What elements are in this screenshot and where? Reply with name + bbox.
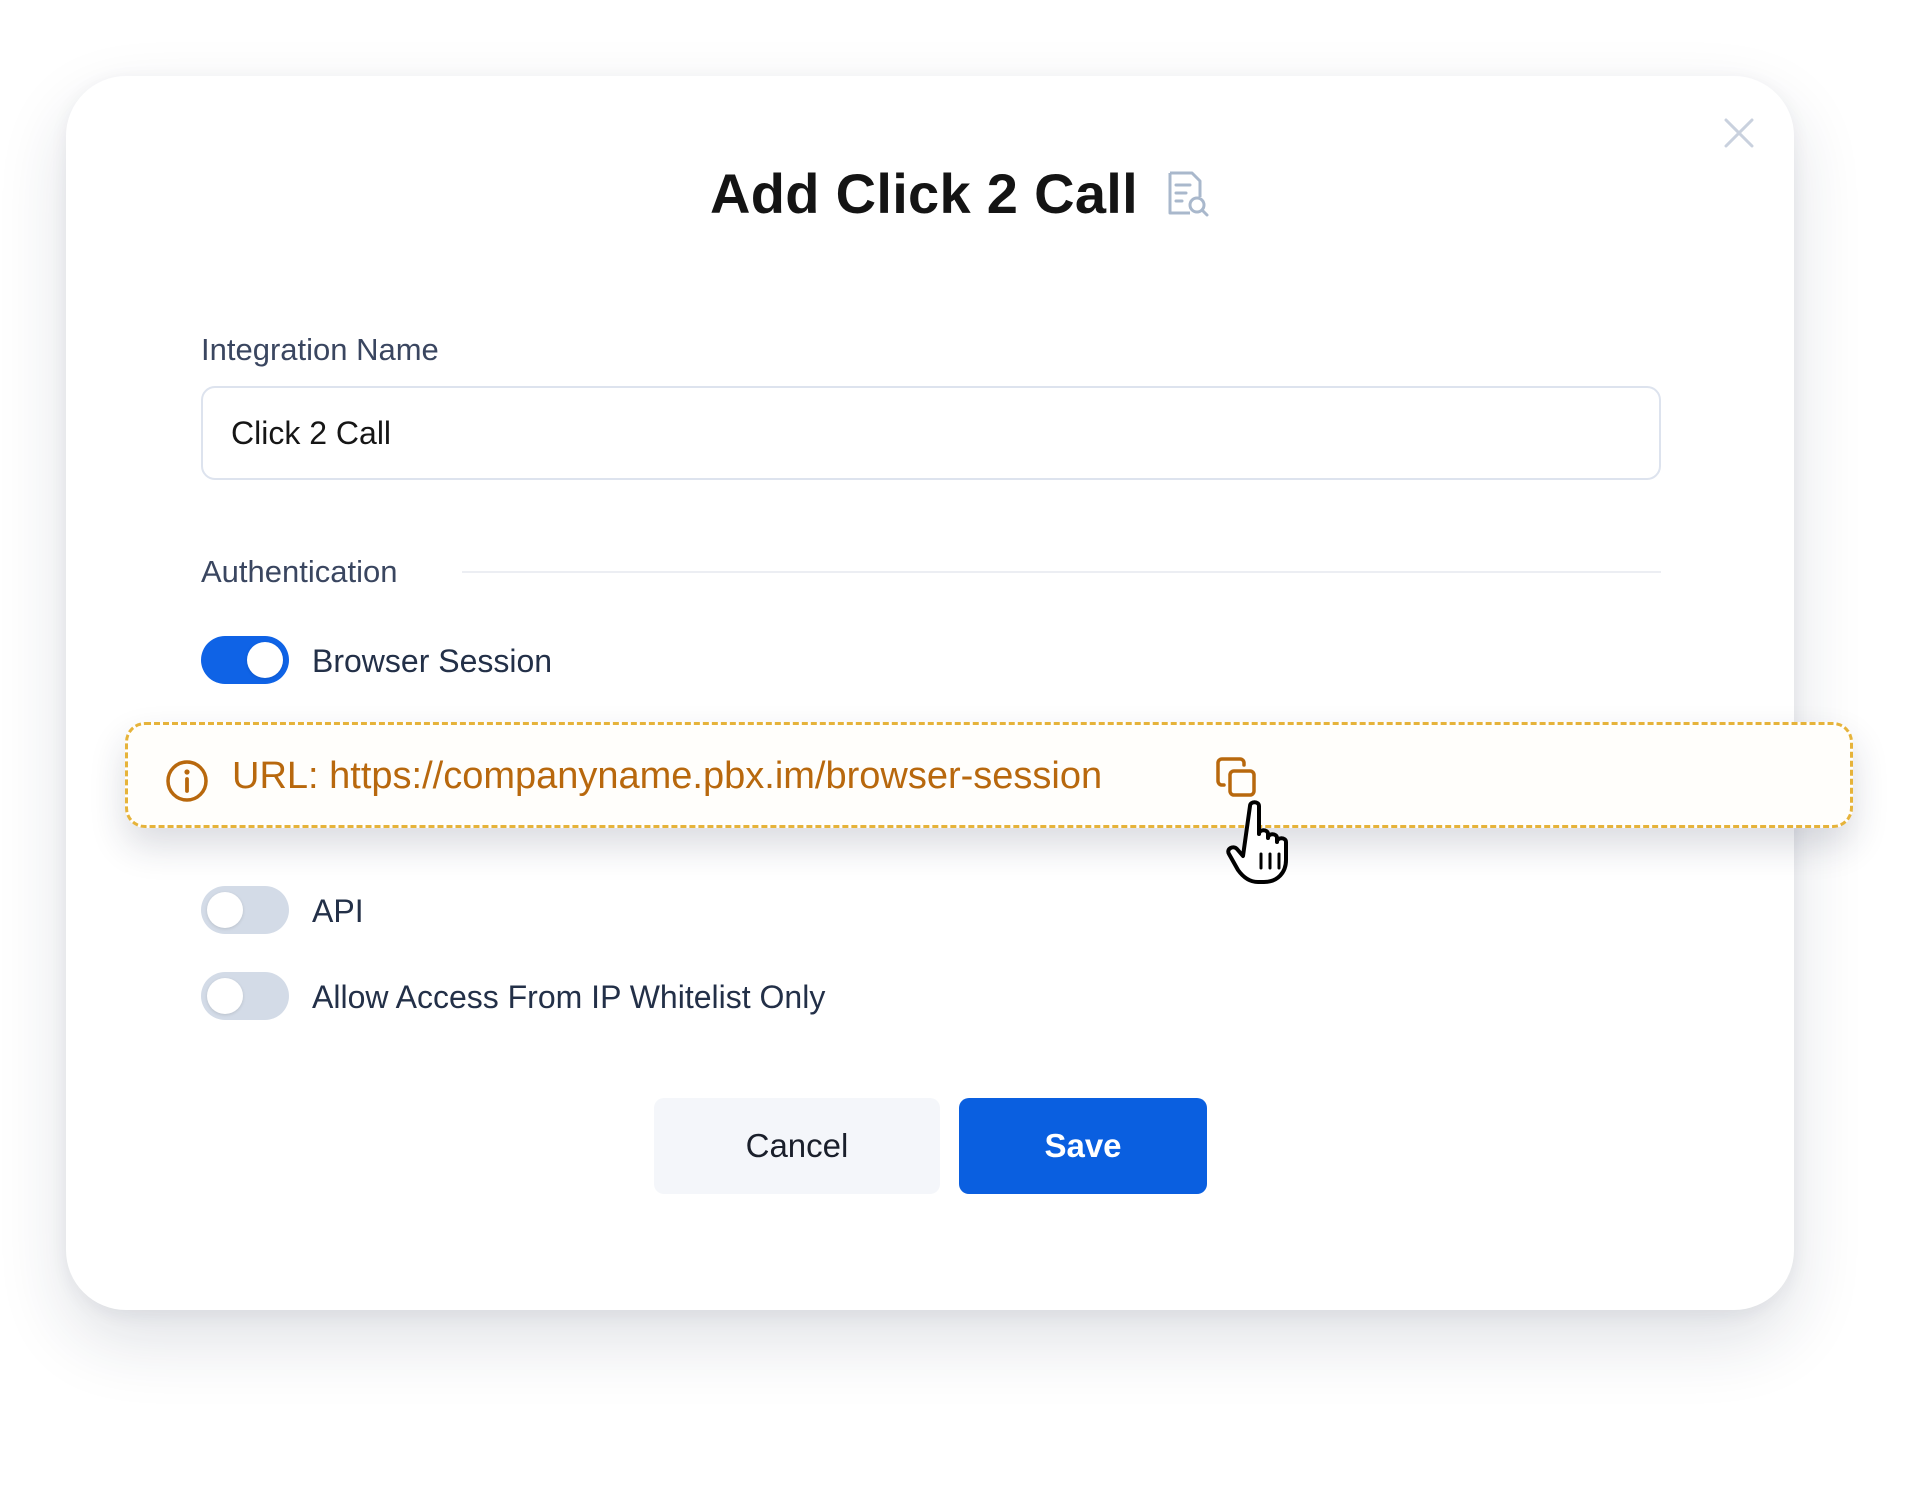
integration-name-label: Integration Name bbox=[201, 332, 439, 367]
hand-pointer-icon bbox=[1226, 800, 1288, 884]
ip-whitelist-label: Allow Access From IP Whitelist Only bbox=[312, 979, 826, 1015]
browser-session-toggle[interactable] bbox=[201, 636, 289, 684]
toggle-knob bbox=[247, 642, 283, 678]
ip-whitelist-toggle[interactable] bbox=[201, 972, 289, 1020]
cancel-button[interactable]: Cancel bbox=[654, 1098, 940, 1194]
copy-icon[interactable] bbox=[1214, 755, 1262, 803]
api-label: API bbox=[312, 893, 364, 929]
modal-title: Add Click 2 Call bbox=[709, 161, 1139, 225]
section-divider bbox=[462, 571, 1661, 573]
close-icon[interactable] bbox=[1722, 116, 1756, 150]
toggle-knob bbox=[207, 978, 243, 1014]
url-banner: URL: https://companyname.pbx.im/browser-… bbox=[125, 722, 1853, 828]
browser-session-label: Browser Session bbox=[312, 643, 553, 679]
document-search-icon[interactable] bbox=[1164, 169, 1210, 219]
toggle-knob bbox=[207, 892, 243, 928]
save-button[interactable]: Save bbox=[959, 1098, 1207, 1194]
authentication-section-label: Authentication bbox=[201, 554, 398, 589]
browser-session-url[interactable]: URL: https://companyname.pbx.im/browser-… bbox=[232, 755, 1102, 798]
modal-header: Add Click 2 Call bbox=[0, 158, 1920, 228]
info-icon bbox=[166, 760, 208, 802]
stage: Add Click 2 Call Integration Name Authen… bbox=[0, 0, 1920, 1488]
api-toggle[interactable] bbox=[201, 886, 289, 934]
integration-name-input[interactable] bbox=[201, 386, 1661, 480]
